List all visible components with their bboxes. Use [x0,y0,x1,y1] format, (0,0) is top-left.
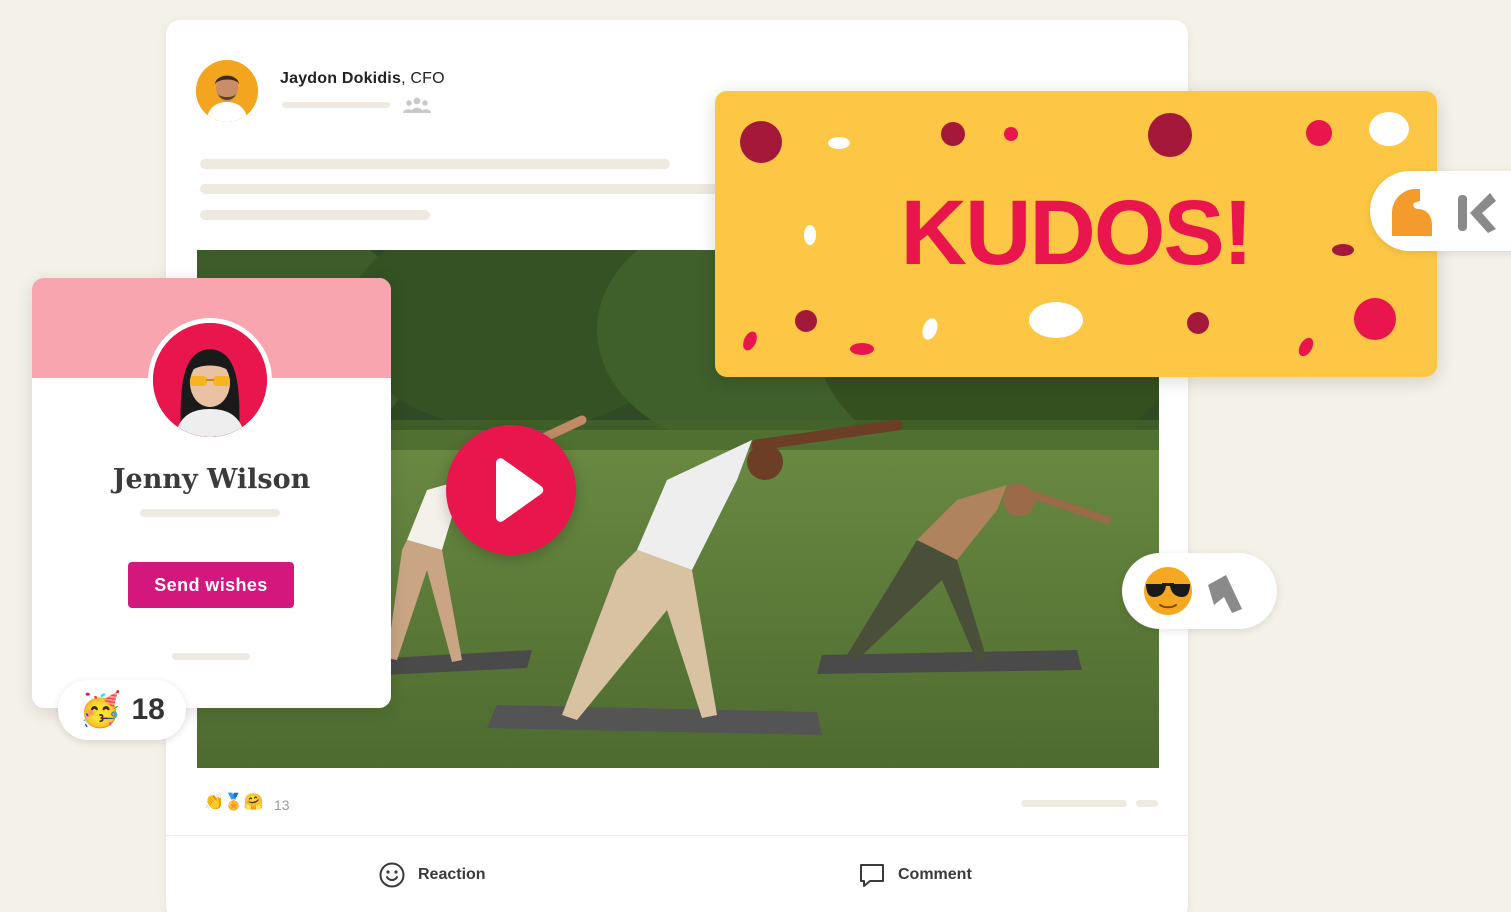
reaction-meta-placeholder-2 [1136,800,1158,807]
profile-name: Jenny Wilson [112,464,311,495]
profile-card: Jenny Wilson Send wishes [32,278,391,708]
celebration-count: 18 [131,693,165,726]
reaction-button-label: Reaction [418,866,486,883]
profile-footer-placeholder [172,653,250,660]
sunglasses-face-icon [1144,567,1192,615]
play-button[interactable] [446,425,576,555]
author-avatar[interactable] [196,60,258,122]
reaction-button[interactable]: Reaction [378,858,486,892]
reaction-emojis[interactable]: 👏🏅🤗 [204,792,264,812]
comment-bubble-icon [860,864,884,887]
cursor-arrow-icon [1458,193,1496,233]
cursor-arrow-icon [1208,575,1242,613]
author-name-text: Jaydon Dokidis [280,70,402,87]
send-wishes-button[interactable]: Send wishes [128,562,294,608]
smiley-icon [379,862,405,888]
post-text-placeholder-2 [200,184,720,194]
post-text-placeholder-1 [200,159,670,169]
reaction-meta-placeholder-1 [1021,800,1127,807]
group-icon [403,97,431,113]
post-text-placeholder-3 [200,210,430,220]
author-title: CFO [410,70,445,87]
comment-button-label: Comment [898,866,972,883]
action-divider [166,835,1188,836]
flexed-biceps-icon [1392,189,1432,236]
sunglasses-face-bubble[interactable] [1122,553,1277,629]
reaction-count[interactable]: 13 [274,797,290,813]
author-name[interactable]: Jaydon Dokidis, CFO [280,70,445,88]
author-meta-placeholder [282,102,390,108]
kudos-title: KUDOS! [900,182,1254,284]
profile-subtitle-placeholder [140,509,280,517]
party-face-icon: 🥳 [79,691,122,729]
kudos-banner: KUDOS! [715,91,1437,377]
profile-avatar[interactable] [148,318,272,442]
play-icon [496,458,544,522]
celebration-count-pill[interactable]: 🥳 18 [58,680,186,740]
comment-button[interactable]: Comment [858,858,972,892]
flexed-biceps-bubble[interactable] [1370,171,1511,251]
